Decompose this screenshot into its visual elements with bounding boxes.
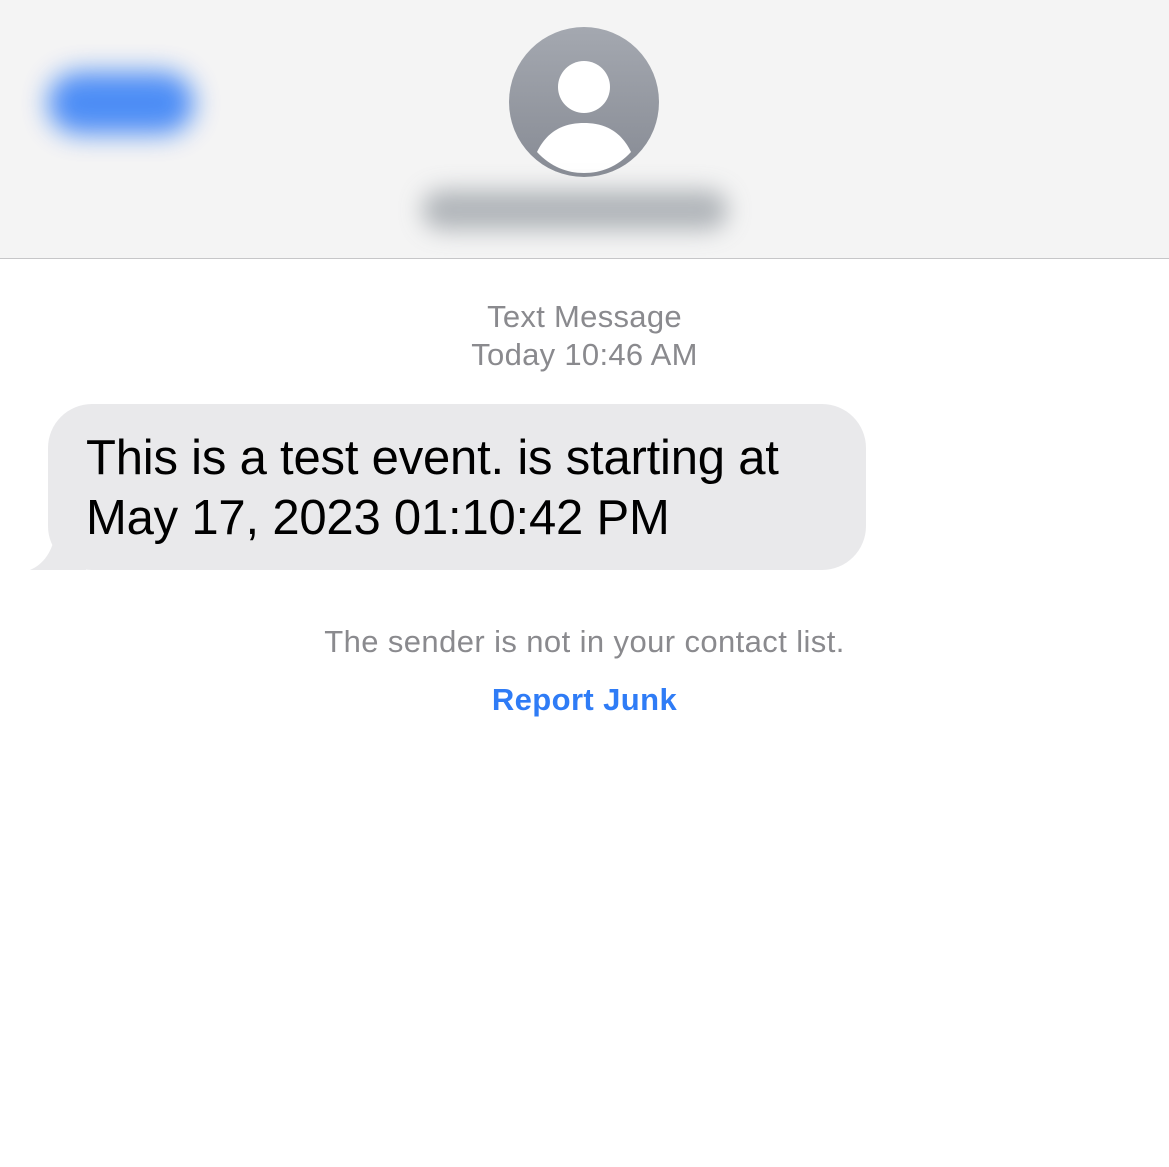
conversation-header: [0, 0, 1169, 259]
contact-avatar[interactable]: [509, 27, 659, 177]
message-bubble[interactable]: This is a test event. is starting at May…: [48, 404, 866, 570]
message-timestamp: Today 10:46 AM: [471, 337, 698, 372]
messages-screen: Text Message Today 10:46 AM This is a te…: [0, 0, 1169, 1167]
message-kind-label: Text Message: [487, 299, 682, 334]
unknown-sender-notice: The sender is not in your contact list.: [324, 624, 845, 659]
message-meta: Text Message Today 10:46 AM: [0, 298, 1169, 374]
contact-name[interactable]: [422, 190, 728, 230]
incoming-message[interactable]: This is a test event. is starting at May…: [26, 404, 886, 574]
person-silhouette-icon: [537, 61, 631, 173]
report-junk-link[interactable]: Report Junk: [0, 680, 1169, 720]
back-button[interactable]: [48, 72, 194, 134]
message-text-line-2: May 17, 2023 01:10:42 PM: [86, 491, 670, 545]
message-text-line-1: This is a test event. is starting at: [86, 431, 779, 485]
